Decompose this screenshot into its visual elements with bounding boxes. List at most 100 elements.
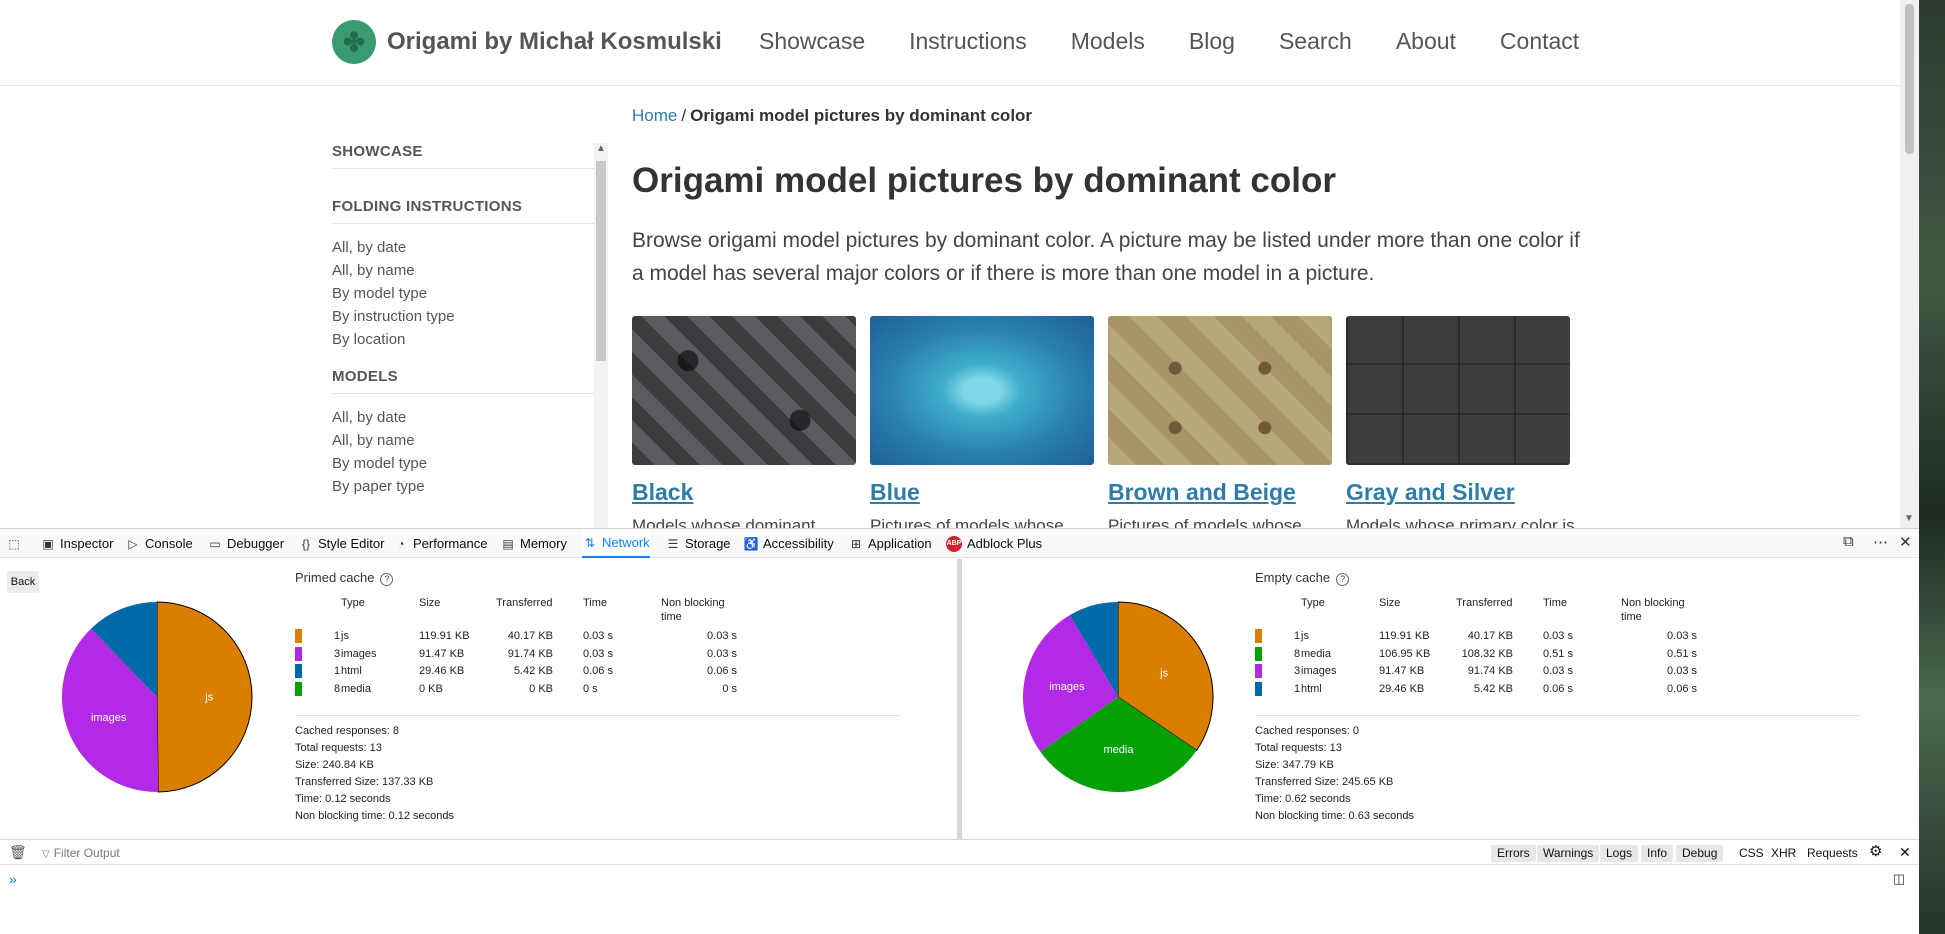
tab-accessibility[interactable]: ♿ Accessibility [743,529,834,558]
breadcrumb-home-link[interactable]: Home [632,106,677,125]
tab-label: Style Editor [318,536,385,551]
table-row: 8 media 106.95 KB 108.32 KB 0.51 s 0.51 s [1255,646,1697,664]
breadcrumb-separator: / [681,106,687,125]
console-filter-input[interactable]: ▽ Filter Output [42,846,120,860]
row-count: 3 [1294,665,1301,677]
nav-search[interactable]: Search [1279,28,1352,55]
tab-performance[interactable]: ◔ Performance [393,529,487,558]
devtools-panel: ⬚ ▣ Inspector ▷ Console ▭ Debugger {} Style … [0,528,1919,934]
tile-image-brown-beige[interactable] [1108,316,1332,465]
row-type: js [341,630,349,642]
tile-link-gray-silver[interactable]: Gray and Silver [1346,479,1570,506]
console-input[interactable]: » ◫ [0,865,1919,934]
tile-link-black[interactable]: Black [632,479,856,506]
legend-swatch [295,681,302,696]
tab-network[interactable]: ⇅ Network [582,529,650,558]
sidebar-item-models-by-model-type[interactable]: By model type [332,452,594,475]
table-row: 8 media 0 KB 0 KB 0 s 0 s [295,681,737,699]
editor-mode-toggle-icon[interactable]: ◫ [1893,871,1905,887]
tile-image-blue[interactable] [870,316,1094,465]
filter-logs-button[interactable]: Logs [1600,845,1639,862]
row-size: 0 KB [419,682,443,695]
tab-application[interactable]: ⊞ Application [848,529,932,558]
tab-memory[interactable]: ▤ Memory [500,529,567,558]
sidebar-item-instructions-by-model-type[interactable]: By model type [332,282,594,305]
primed-cache-panel: js images Primed cache? Type Size Transfe… [0,559,950,839]
sidebar-scroll-thumb[interactable] [596,161,606,361]
sidebar-item-models-by-date[interactable]: All, by date [332,406,594,429]
close-split-console-icon[interactable]: ✕ [1899,844,1911,861]
scroll-down-arrow-icon[interactable]: ▼ [1904,513,1914,524]
tile-link-blue[interactable]: Blue [870,479,1094,506]
row-transferred: 40.17 KB [1467,630,1513,642]
tab-debugger[interactable]: ▭ Debugger [207,529,284,558]
sidebar-item-instructions-by-date[interactable]: All, by date [332,236,594,259]
sidebar-item-models-by-name[interactable]: All, by name [332,429,594,452]
sidebar-heading-models[interactable]: MODELS [332,368,594,394]
row-size: 119.91 KB [1379,630,1430,642]
row-time: 0.03 s [583,647,613,660]
row-transferred: 91.74 KB [1467,665,1513,677]
clear-console-trash-icon[interactable]: 🗑 [9,844,27,861]
sidebar-item-instructions-by-name[interactable]: All, by name [332,259,594,282]
row-time: 0.03 s [1543,665,1573,677]
primed-cache-pie-chart: js images [61,601,253,793]
close-devtools-icon[interactable]: ✕ [1899,533,1912,551]
sidebar-item-instructions-by-location[interactable]: By location [332,328,594,351]
sidebar-item-instructions-by-instruction-type[interactable]: By instruction type [332,305,594,328]
summary-time: Time: 0.62 seconds [1255,793,1351,805]
page-scroll-thumb[interactable] [1905,4,1914,154]
tile-link-brown-beige[interactable]: Brown and Beige [1108,479,1332,506]
help-icon[interactable]: ? [380,573,394,586]
help-icon[interactable]: ? [1336,573,1350,586]
tile-image-black[interactable] [632,316,856,465]
tile-desc-black: Models whose dominant [632,516,816,528]
sidebar-item-models-by-paper-type[interactable]: By paper type [332,475,594,498]
tab-inspector[interactable]: ▣ Inspector [40,529,113,558]
column-header-time: Time [583,597,608,609]
site-logo-icon[interactable]: ✤ [332,20,376,64]
filter-xhr-button[interactable]: XHR [1771,845,1796,862]
tab-console[interactable]: ▷ Console [125,529,192,558]
tile-image-gray-silver[interactable] [1346,316,1570,465]
color-tile-black: Black Models whose dominant [632,316,856,528]
tab-label: Inspector [60,536,114,551]
summary-total-requests: Total requests: 13 [295,742,382,754]
tab-style-editor[interactable]: {} Style Editor [298,529,385,558]
nav-contact[interactable]: Contact [1500,28,1579,55]
webpage-viewport: ✤ Origami by Michał Kosmulski Showcase I… [0,0,1919,528]
row-size: 119.91 KB [419,630,470,642]
row-nonblocking: 0.03 s [1667,665,1697,677]
filter-css-button[interactable]: CSS [1739,845,1764,862]
nav-showcase[interactable]: Showcase [759,28,865,55]
scroll-up-arrow-icon[interactable]: ▲ [596,143,606,154]
nav-blog[interactable]: Blog [1189,28,1235,55]
row-type: images [1301,665,1337,677]
column-header-transferred: Transferred [496,597,553,609]
more-options-icon[interactable]: ⋯ [1873,533,1888,551]
page-scrollbar[interactable]: ▼ [1900,0,1919,528]
tab-adblock-plus[interactable]: ABP Adblock Plus [946,529,1042,558]
nav-models[interactable]: Models [1071,28,1145,55]
filter-info-button[interactable]: Info [1641,845,1674,862]
pie-label-js: js [204,692,213,704]
sidebar-heading-showcase[interactable]: SHOWCASE [332,143,594,169]
sidebar-heading-folding-instructions[interactable]: FOLDING INSTRUCTIONS [332,198,594,224]
filter-errors-button[interactable]: Errors [1491,845,1536,862]
tab-storage[interactable]: ☰ Storage [665,529,731,558]
row-nonblocking: 0.03 s [707,647,737,660]
panel-title-text: Empty cache [1255,570,1331,585]
filter-warnings-button[interactable]: Warnings [1537,845,1600,862]
filter-requests-button[interactable]: Requests [1807,845,1858,862]
legend-swatch [295,646,302,661]
summary-size: Size: 240.84 KB [295,759,374,771]
element-picker-icon[interactable]: ⬚ [6,529,26,558]
dock-toggle-icon[interactable]: ⧉ [1843,533,1854,550]
site-title[interactable]: Origami by Michał Kosmulski [387,28,722,56]
filter-debug-button[interactable]: Debug [1676,845,1724,862]
console-settings-gear-icon[interactable]: ⚙ [1869,843,1882,860]
nav-about[interactable]: About [1396,28,1456,55]
sidebar-scrollbar[interactable]: ▲ [594,143,608,528]
tab-label: Performance [413,536,488,551]
nav-instructions[interactable]: Instructions [909,28,1027,55]
